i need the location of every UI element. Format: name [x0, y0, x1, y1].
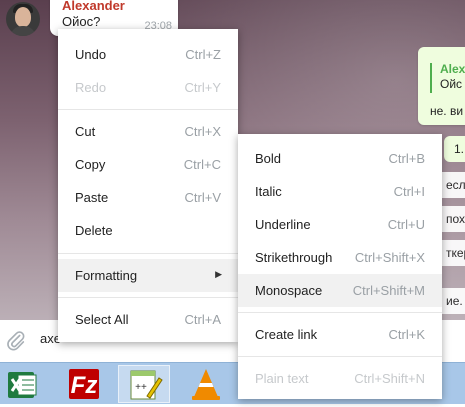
- reply-sender: Alex: [440, 62, 465, 76]
- reply-text: Ойс: [440, 77, 463, 91]
- taskbar-app-vlc[interactable]: [180, 365, 232, 403]
- message-text: Ойос?: [62, 14, 101, 29]
- menu-separator: [58, 109, 238, 110]
- avatar[interactable]: [6, 2, 40, 36]
- taskbar-app-excel[interactable]: [0, 365, 52, 403]
- reply-bar: [430, 63, 432, 93]
- taskbar-app-filezilla[interactable]: Fz: [60, 365, 112, 403]
- sender-name[interactable]: Alexander: [62, 0, 125, 13]
- message-fragment: пох: [440, 206, 465, 232]
- menu-item-delete[interactable]: Delete: [58, 214, 238, 247]
- menu-item-plain-text: Plain text Ctrl+Shift+N: [255, 371, 425, 386]
- menu-item-monospace[interactable]: Monospace Ctrl+Shift+M: [238, 274, 442, 307]
- menu-item-paste[interactable]: Paste Ctrl+V: [58, 181, 238, 214]
- message-fragment: ие. я: [440, 288, 465, 314]
- message-text: не. ви: [430, 104, 464, 118]
- filezilla-icon: Fz: [69, 369, 99, 399]
- outgoing-message[interactable]: 1.: [444, 136, 465, 162]
- context-menu: Undo Ctrl+Z Redo Ctrl+Y Cut Ctrl+X Copy …: [58, 29, 238, 342]
- menu-item-formatting[interactable]: Formatting ▶: [58, 259, 238, 292]
- menu-item-copy[interactable]: Copy Ctrl+C: [58, 148, 238, 181]
- outgoing-message[interactable]: Alex Ойс не. ви: [418, 47, 465, 125]
- message-text: 1.: [454, 142, 465, 156]
- menu-item-undo[interactable]: Undo Ctrl+Z: [58, 38, 238, 71]
- menu-item-underline[interactable]: Underline Ctrl+U: [238, 208, 442, 241]
- menu-separator: [58, 297, 238, 298]
- menu-item-select-all[interactable]: Select All Ctrl+A: [58, 303, 238, 336]
- svg-text:++: ++: [135, 382, 147, 393]
- svg-text:Fz: Fz: [71, 372, 98, 399]
- formatting-submenu: Bold Ctrl+B Italic Ctrl+I Underline Ctrl…: [238, 134, 442, 399]
- taskbar-app-notepad-plus-plus[interactable]: ++: [118, 365, 170, 403]
- menu-item-redo: Redo Ctrl+Y: [75, 80, 221, 95]
- menu-separator: [238, 312, 442, 313]
- menu-item-italic[interactable]: Italic Ctrl+I: [238, 175, 442, 208]
- menu-separator: [58, 253, 238, 254]
- menu-item-bold[interactable]: Bold Ctrl+B: [238, 142, 442, 175]
- message-fragment: ткер: [440, 240, 465, 266]
- message-fragment: если: [440, 172, 465, 198]
- menu-item-strikethrough[interactable]: Strikethrough Ctrl+Shift+X: [238, 241, 442, 274]
- menu-item-create-link[interactable]: Create link Ctrl+K: [238, 318, 442, 351]
- excel-icon: [8, 372, 37, 398]
- menu-separator: [238, 356, 442, 357]
- menu-item-cut[interactable]: Cut Ctrl+X: [58, 115, 238, 148]
- submenu-arrow-icon: ▶: [215, 269, 222, 279]
- notepad-plus-plus-icon: ++: [130, 370, 163, 400]
- paperclip-icon[interactable]: [5, 330, 27, 352]
- vlc-icon: [192, 369, 220, 400]
